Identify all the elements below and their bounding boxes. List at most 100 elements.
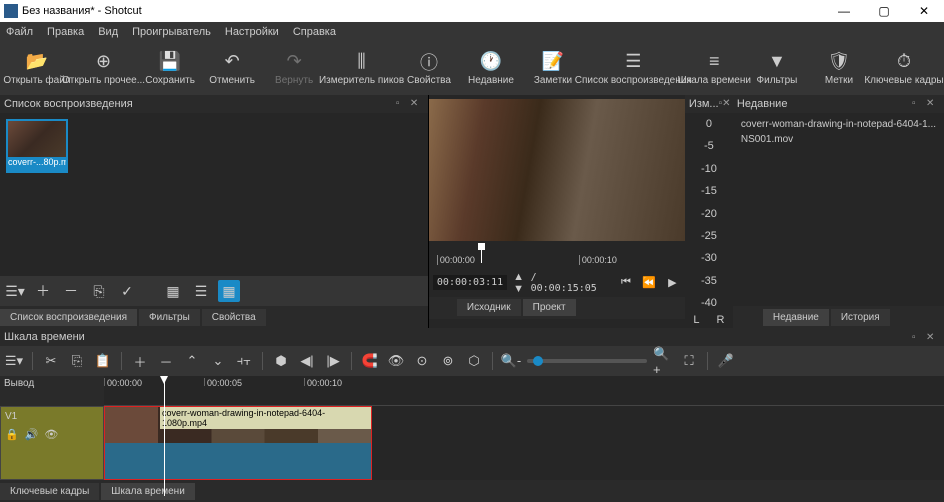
ripple-all-icon[interactable]: ⊚ <box>438 350 458 372</box>
play-icon[interactable]: ▶ <box>664 276 681 289</box>
track-header-v1[interactable]: V1 🔒 🔊 👁 <box>0 406 104 480</box>
tab-properties[interactable]: Свойства <box>202 309 266 326</box>
panel-close-icon[interactable]: ✕ <box>926 98 940 109</box>
scrub-icon[interactable]: 👁 <box>386 350 406 372</box>
redo-button[interactable]: ↷Вернуть <box>265 43 323 93</box>
recent-item[interactable]: NS001.mov <box>737 132 940 147</box>
keyframes-button[interactable]: ⏱Ключевые кадры <box>872 43 936 93</box>
recent-button[interactable]: 🕐Недавние <box>462 43 520 93</box>
playlist-button[interactable]: ☰Список воспроизведения <box>586 43 681 93</box>
record-audio-icon[interactable]: 🎤 <box>716 350 736 372</box>
recent-title: Недавние ▫ ✕ <box>733 95 944 113</box>
lift-icon[interactable]: ⌃ <box>182 350 202 372</box>
open-file-button[interactable]: 📂Открыть файл <box>8 43 66 93</box>
recent-item[interactable]: coverr-woman-drawing-in-notepad-6404-1..… <box>737 117 940 132</box>
notes-button[interactable]: 📝Заметки <box>524 43 582 93</box>
track-lock-icon[interactable]: 🔒 <box>5 428 19 441</box>
zoom-in-icon[interactable]: 🔍+ <box>653 350 673 372</box>
next-marker-icon[interactable]: |▶ <box>323 350 343 372</box>
filters-button[interactable]: ▼Фильтры <box>748 43 806 93</box>
audio-meter-panel: Изм... ▫ ✕ 0 -5 -10 -15 -20 -25 -30 -35 … <box>685 95 733 328</box>
panel-undock-icon[interactable]: ▫ <box>912 332 926 343</box>
playlist-menu-icon[interactable]: ☰▾ <box>4 280 26 302</box>
panel-close-icon[interactable]: ✕ <box>722 98 730 109</box>
track-area[interactable]: 00:00:00 00:00:05 00:00:10 coverr-woman-… <box>104 376 944 480</box>
playlist-insert-icon[interactable]: ⎘ <box>88 280 110 302</box>
list-icon: ☰ <box>625 51 641 73</box>
prev-marker-icon[interactable]: ◀| <box>297 350 317 372</box>
view-grid-icon[interactable]: ▦ <box>218 280 240 302</box>
markers-button[interactable]: 🛡Метки <box>810 43 868 93</box>
skip-start-icon[interactable]: ⏮ <box>617 276 634 289</box>
minimize-button[interactable]: — <box>824 0 864 22</box>
panel-undock-icon[interactable]: ▫ <box>396 98 410 109</box>
timecode-field[interactable]: 00:00:03:11 <box>433 275 507 290</box>
track-mute-icon[interactable]: 🔊 <box>25 428 39 441</box>
split-icon[interactable]: ⫞⫟ <box>234 350 254 372</box>
zoom-fit-icon[interactable]: ⛶ <box>679 350 699 372</box>
ruler-tick: 00:00:00 <box>437 255 475 265</box>
timecode-spinner[interactable]: ▲▼ <box>513 271 524 295</box>
overwrite-icon[interactable]: ⌄ <box>208 350 228 372</box>
playlist-remove-icon[interactable]: － <box>60 280 82 302</box>
clock-icon: 🕐 <box>480 51 502 73</box>
timeline-ruler[interactable]: 00:00:00 00:00:05 00:00:10 <box>104 376 944 406</box>
zoom-slider[interactable] <box>527 359 647 363</box>
preview-ruler[interactable]: 00:00:00 00:00:10 <box>429 241 685 269</box>
cut-icon[interactable]: ✂ <box>41 350 61 372</box>
playlist-content[interactable]: coverr-...80p.mp4 <box>0 113 428 276</box>
menu-edit[interactable]: Правка <box>47 26 84 38</box>
menu-settings[interactable]: Настройки <box>225 26 279 38</box>
properties-button[interactable]: ⓘСвойства <box>400 43 458 93</box>
menu-view[interactable]: Вид <box>98 26 118 38</box>
tab-filters[interactable]: Фильтры <box>139 309 200 326</box>
keyframe-icon: ⏱ <box>897 51 911 73</box>
menu-file[interactable]: Файл <box>6 26 33 38</box>
peak-meter-button[interactable]: ⫼Измеритель пиков <box>327 43 396 93</box>
tab-timeline[interactable]: Шкала времени <box>101 483 194 500</box>
rewind-icon[interactable]: ⏪ <box>641 276 658 289</box>
view-detail-icon[interactable]: ▦ <box>162 280 184 302</box>
playlist-clip[interactable]: coverr-...80p.mp4 <box>6 119 68 173</box>
zoom-out-icon[interactable]: 🔍‑ <box>501 350 521 372</box>
playlist-panel: Список воспроизведения ▫ ✕ coverr-...80p… <box>0 95 429 328</box>
save-button[interactable]: 💾Сохранить <box>141 43 199 93</box>
tab-project[interactable]: Проект <box>523 299 576 316</box>
panel-undock-icon[interactable]: ▫ <box>912 98 926 109</box>
ripple-markers-icon[interactable]: ⬡ <box>464 350 484 372</box>
open-other-button[interactable]: ⊕Открыть прочее... <box>70 43 137 93</box>
remove-icon[interactable]: － <box>156 350 176 372</box>
tab-history[interactable]: История <box>831 309 890 326</box>
preview-tabs: Исходник Проект <box>429 297 685 319</box>
append-icon[interactable]: ＋ <box>130 350 150 372</box>
maximize-button[interactable]: ▢ <box>864 0 904 22</box>
close-button[interactable]: ✕ <box>904 0 944 22</box>
menu-player[interactable]: Проигрыватель <box>132 26 211 38</box>
marker-add-icon[interactable]: ⬢ <box>271 350 291 372</box>
undo-button[interactable]: ↶Отменить <box>203 43 261 93</box>
timeline-playhead[interactable] <box>164 376 165 496</box>
playlist-check-icon[interactable]: ✓ <box>116 280 138 302</box>
tab-source[interactable]: Исходник <box>457 299 521 316</box>
undo-icon: ↶ <box>225 51 240 73</box>
paste-icon[interactable]: 📋 <box>93 350 113 372</box>
copy-icon[interactable]: ⎘ <box>67 350 87 372</box>
playlist-add-icon[interactable]: ＋ <box>32 280 54 302</box>
snap-icon[interactable]: 🧲 <box>360 350 380 372</box>
timeline-menu-icon[interactable]: ☰▾ <box>4 350 24 372</box>
tab-playlist[interactable]: Список воспроизведения <box>0 309 137 326</box>
clip-thumbnail <box>8 121 66 157</box>
tab-recent[interactable]: Недавние <box>763 309 829 326</box>
tab-keyframes[interactable]: Ключевые кадры <box>0 483 99 500</box>
panel-close-icon[interactable]: ✕ <box>926 332 940 343</box>
timeline-clip[interactable]: coverr-woman-drawing-in-notepad-6404-108… <box>104 406 372 480</box>
preview-playhead[interactable] <box>481 243 482 263</box>
track-hide-icon[interactable]: 👁 <box>44 428 58 441</box>
view-list-icon[interactable]: ☰ <box>190 280 212 302</box>
ripple-icon[interactable]: ⊙ <box>412 350 432 372</box>
preview-video[interactable] <box>429 99 685 241</box>
output-label[interactable]: Вывод <box>0 376 104 390</box>
menu-help[interactable]: Справка <box>293 26 336 38</box>
timeline-button[interactable]: ≡Шкала времени <box>685 43 744 93</box>
panel-close-icon[interactable]: ✕ <box>410 98 424 109</box>
